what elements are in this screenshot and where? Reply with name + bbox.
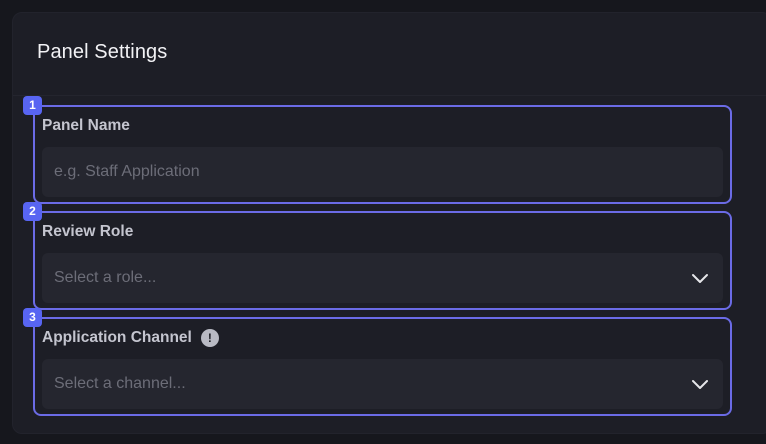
- panel-header: Panel Settings: [13, 13, 766, 96]
- panel-title: Panel Settings: [37, 41, 168, 63]
- application-channel-label: Application Channel !: [42, 329, 219, 347]
- application-channel-select[interactable]: Select a channel...: [42, 359, 723, 409]
- panel-name-label-text: Panel Name: [42, 117, 130, 134]
- info-icon[interactable]: !: [200, 329, 219, 347]
- review-role-label: Review Role: [42, 223, 133, 241]
- panel-name-label: Panel Name: [42, 117, 130, 135]
- review-role-label-text: Review Role: [42, 223, 134, 240]
- chevron-down-icon: [692, 274, 708, 283]
- review-role-placeholder: Select a role...: [54, 269, 157, 286]
- step-badge-3: 3: [23, 308, 42, 327]
- review-role-field-group: 2 Review Role Select a role...: [23, 202, 732, 310]
- panel-name-input[interactable]: [42, 147, 723, 197]
- application-channel-label-text: Application Channel: [42, 329, 192, 346]
- application-channel-placeholder: Select a channel...: [54, 375, 186, 392]
- step-badge-1: 1: [23, 96, 42, 115]
- application-channel-field-group: 3 Application Channel ! Select a channel…: [23, 308, 732, 416]
- step-badge-2: 2: [23, 202, 42, 221]
- panel-name-field-group: 1 Panel Name: [23, 96, 732, 204]
- panel-settings-card: Panel Settings 1 Panel Name 2 Review Rol…: [12, 12, 766, 434]
- chevron-down-icon: [692, 380, 708, 389]
- review-role-select[interactable]: Select a role...: [42, 253, 723, 303]
